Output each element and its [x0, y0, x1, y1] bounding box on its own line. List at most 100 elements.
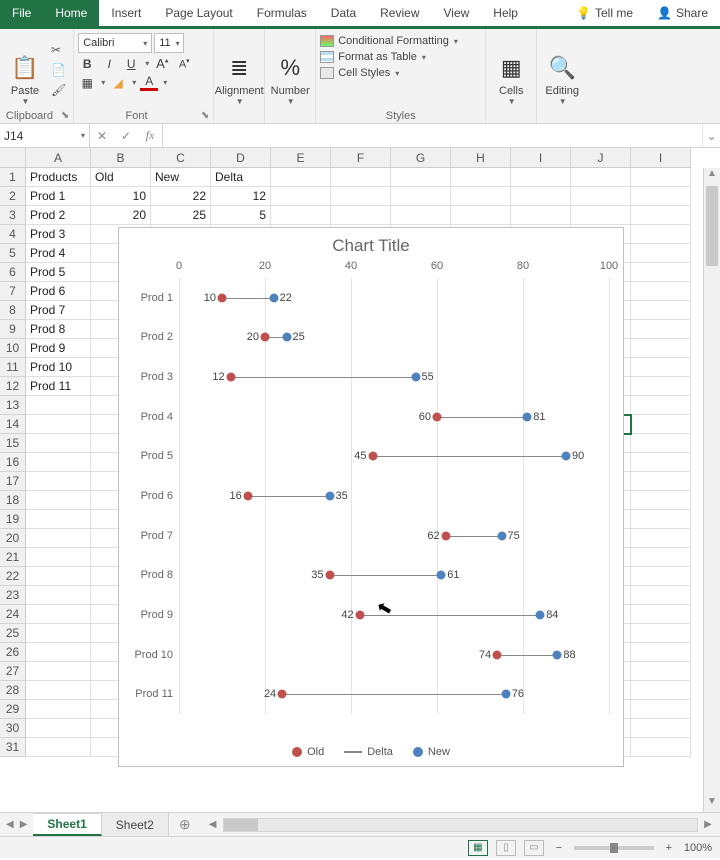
vertical-scrollbar[interactable]: ▲ ▼ — [703, 168, 720, 812]
scroll-thumb[interactable] — [706, 186, 718, 266]
legend-item-new[interactable]: New — [413, 746, 450, 758]
row-header[interactable]: 26 — [0, 643, 26, 662]
borders-button[interactable]: ▦ — [78, 76, 96, 90]
underline-button[interactable]: U — [122, 57, 140, 71]
cell[interactable] — [26, 681, 91, 700]
cell[interactable]: Old — [91, 168, 151, 187]
row-header[interactable]: 3 — [0, 206, 26, 225]
cell[interactable] — [451, 168, 511, 187]
row-header[interactable]: 19 — [0, 510, 26, 529]
insert-function-button[interactable]: fx — [138, 128, 162, 143]
expand-formula-bar-button[interactable]: ⌄ — [702, 124, 720, 147]
formula-input[interactable] — [163, 124, 702, 147]
conditional-formatting-button[interactable]: Conditional Formatting▾ — [320, 35, 458, 47]
cell[interactable] — [331, 206, 391, 225]
cell[interactable]: Prod 7 — [26, 301, 91, 320]
cell[interactable] — [26, 567, 91, 586]
column-header[interactable]: G — [391, 148, 451, 168]
row-header[interactable]: 8 — [0, 301, 26, 320]
row-header[interactable]: 25 — [0, 624, 26, 643]
tab-insert[interactable]: Insert — [99, 0, 153, 26]
cell[interactable] — [271, 206, 331, 225]
cell[interactable] — [26, 548, 91, 567]
sheet-nav-next-button[interactable]: ▶ — [20, 819, 28, 830]
cell[interactable] — [391, 168, 451, 187]
row-header[interactable]: 21 — [0, 548, 26, 567]
horizontal-scrollbar[interactable]: ◀ ▶ — [201, 813, 720, 836]
cell[interactable]: 12 — [211, 187, 271, 206]
cell[interactable]: Prod 1 — [26, 187, 91, 206]
tab-view[interactable]: View — [432, 0, 482, 26]
tab-page-layout[interactable]: Page Layout — [153, 0, 244, 26]
row-header[interactable]: 4 — [0, 225, 26, 244]
cell[interactable] — [631, 415, 691, 434]
column-header[interactable]: C — [151, 148, 211, 168]
select-all-corner[interactable] — [0, 148, 26, 168]
cell[interactable] — [26, 624, 91, 643]
row-header[interactable]: 22 — [0, 567, 26, 586]
cell[interactable] — [631, 301, 691, 320]
cell[interactable] — [571, 187, 631, 206]
cell[interactable] — [631, 358, 691, 377]
row-header[interactable]: 9 — [0, 320, 26, 339]
row-header[interactable]: 23 — [0, 586, 26, 605]
cell[interactable]: Prod 3 — [26, 225, 91, 244]
font-size-select[interactable]: 11▾ — [154, 33, 184, 53]
cell[interactable] — [631, 434, 691, 453]
zoom-slider[interactable] — [574, 846, 654, 850]
scroll-thumb[interactable] — [224, 819, 258, 831]
sheet-tab-sheet1[interactable]: Sheet1 — [33, 813, 101, 836]
cell[interactable]: Prod 11 — [26, 377, 91, 396]
page-layout-view-button[interactable]: ▯ — [496, 840, 516, 856]
cell[interactable]: Prod 9 — [26, 339, 91, 358]
alignment-button[interactable]: ≣ Alignment ▼ — [218, 31, 260, 108]
row-header[interactable]: 28 — [0, 681, 26, 700]
column-header[interactable]: J — [571, 148, 631, 168]
embedded-chart[interactable]: Chart Title 020406080100Prod 11022Prod 2… — [118, 227, 624, 767]
cell[interactable] — [631, 548, 691, 567]
cell[interactable] — [511, 206, 571, 225]
dialog-launcher-icon[interactable]: ⬊ — [61, 110, 69, 121]
share-button[interactable]: 👤Share — [645, 0, 720, 26]
cell[interactable] — [631, 605, 691, 624]
column-header[interactable]: D — [211, 148, 271, 168]
cell[interactable] — [331, 168, 391, 187]
format-painter-button[interactable]: 🖌 — [48, 81, 69, 99]
column-header[interactable]: I — [631, 148, 691, 168]
cell[interactable] — [631, 624, 691, 643]
cell[interactable] — [631, 187, 691, 206]
cell[interactable] — [391, 206, 451, 225]
cell[interactable]: Prod 8 — [26, 320, 91, 339]
cell[interactable] — [631, 491, 691, 510]
grow-font-button[interactable]: A▴ — [153, 56, 171, 71]
copy-button[interactable]: 📄 — [48, 61, 69, 79]
number-format-button[interactable]: % Number ▼ — [269, 31, 311, 108]
cell[interactable] — [631, 700, 691, 719]
cell[interactable] — [631, 396, 691, 415]
cell[interactable] — [391, 187, 451, 206]
cell[interactable] — [26, 662, 91, 681]
row-header[interactable]: 31 — [0, 738, 26, 757]
zoom-level[interactable]: 100% — [684, 842, 712, 854]
chart-legend[interactable]: Old Delta New — [119, 746, 623, 758]
cell[interactable]: Prod 10 — [26, 358, 91, 377]
enter-formula-button[interactable]: ✓ — [114, 129, 138, 143]
cell[interactable]: Prod 5 — [26, 263, 91, 282]
tab-review[interactable]: Review — [368, 0, 431, 26]
row-header[interactable]: 16 — [0, 453, 26, 472]
legend-item-old[interactable]: Old — [292, 746, 324, 758]
row-header[interactable]: 14 — [0, 415, 26, 434]
row-header[interactable]: 15 — [0, 434, 26, 453]
cell[interactable]: 10 — [91, 187, 151, 206]
row-header[interactable]: 2 — [0, 187, 26, 206]
cell[interactable]: Delta — [211, 168, 271, 187]
bold-button[interactable]: B — [78, 57, 96, 71]
cancel-formula-button[interactable]: ✕ — [90, 129, 114, 143]
tab-data[interactable]: Data — [319, 0, 368, 26]
column-header[interactable]: B — [91, 148, 151, 168]
cell[interactable] — [631, 643, 691, 662]
cell[interactable] — [271, 168, 331, 187]
cell[interactable] — [26, 415, 91, 434]
row-header[interactable]: 12 — [0, 377, 26, 396]
cell[interactable] — [26, 453, 91, 472]
